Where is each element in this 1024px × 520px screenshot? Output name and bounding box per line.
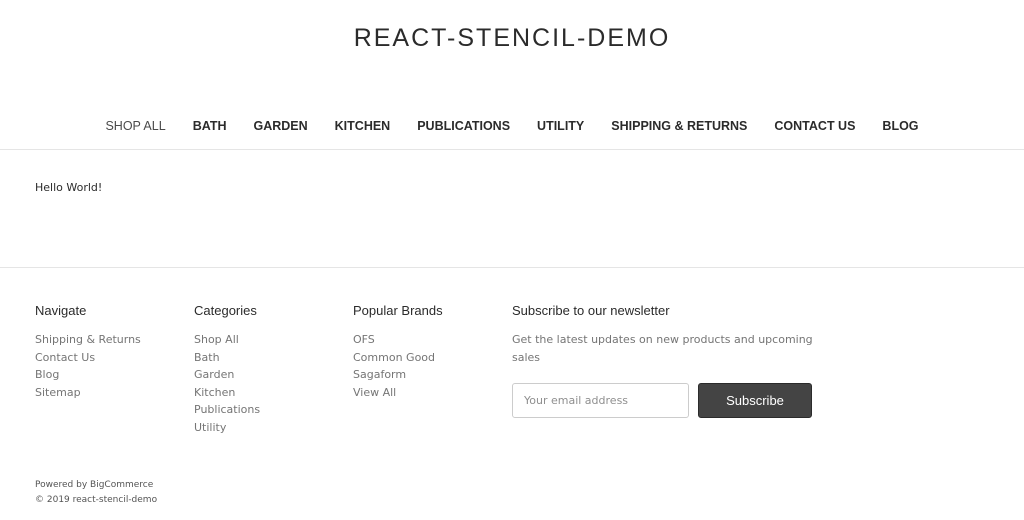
footer-categories-heading: Categories [194,303,257,318]
footer-link-shipping-returns[interactable]: Shipping & Returns [35,331,141,349]
nav-item-utility[interactable]: UTILITY [524,117,598,135]
footer-link-contact-us[interactable]: Contact Us [35,349,141,367]
footer-divider [0,267,1024,268]
copyright-text: © 2019 react-stencil-demo [35,494,158,505]
footer-link-blog[interactable]: Blog [35,366,141,384]
nav-item-contact-us[interactable]: CONTACT US [761,117,869,135]
footer-link-bath[interactable]: Bath [194,349,260,367]
footer-brands-heading: Popular Brands [353,303,443,318]
footer-navigate-heading: Navigate [35,303,87,318]
newsletter-heading: Subscribe to our newsletter [512,303,670,318]
subscribe-button[interactable]: Subscribe [698,383,812,418]
footer-link-ofs[interactable]: OFS [353,331,443,349]
newsletter-form: Subscribe [512,383,812,418]
footer-credits: Powered by BigCommerce © 2019 react-sten… [35,478,157,507]
nav-item-bath[interactable]: BATH [179,117,240,135]
footer-brands-column: Popular Brands OFS Common Good Sagaform … [353,303,443,401]
footer-link-garden[interactable]: Garden [194,366,260,384]
footer-link-sitemap[interactable]: Sitemap [35,384,141,402]
header-divider [0,149,1024,150]
nav-item-shop-all[interactable]: SHOP ALL [92,117,179,135]
footer-navigate-column: Navigate Shipping & Returns Contact Us B… [35,303,141,401]
powered-by-text[interactable]: Powered by BigCommerce [35,478,157,493]
nav-item-blog[interactable]: BLOG [869,117,932,135]
main-content-text: Hello World! [35,181,103,194]
nav-item-kitchen[interactable]: KITCHEN [321,117,404,135]
footer-categories-column: Categories Shop All Bath Garden Kitchen … [194,303,260,436]
nav-item-garden[interactable]: GARDEN [240,117,321,135]
footer-link-view-all[interactable]: View All [353,384,443,402]
nav-item-publications[interactable]: PUBLICATIONS [404,117,524,135]
newsletter-description: Get the latest updates on new products a… [512,333,813,364]
footer-link-utility[interactable]: Utility [194,419,260,437]
site-title[interactable]: REACT-STENCIL-DEMO [0,22,1024,54]
footer-link-kitchen[interactable]: Kitchen [194,384,260,402]
nav-item-shipping-returns[interactable]: SHIPPING & RETURNS [598,117,761,135]
footer-link-sagaform[interactable]: Sagaform [353,366,443,384]
footer-link-publications[interactable]: Publications [194,401,260,419]
newsletter-email-input[interactable] [512,383,689,418]
main-nav: SHOP ALL BATH GARDEN KITCHEN PUBLICATION… [0,117,1024,135]
footer-link-common-good[interactable]: Common Good [353,349,443,367]
page: REACT-STENCIL-DEMO SHOP ALL BATH GARDEN … [0,0,1024,520]
footer-link-shop-all[interactable]: Shop All [194,331,260,349]
footer-newsletter-column: Subscribe to our newsletter Get the late… [512,303,832,418]
